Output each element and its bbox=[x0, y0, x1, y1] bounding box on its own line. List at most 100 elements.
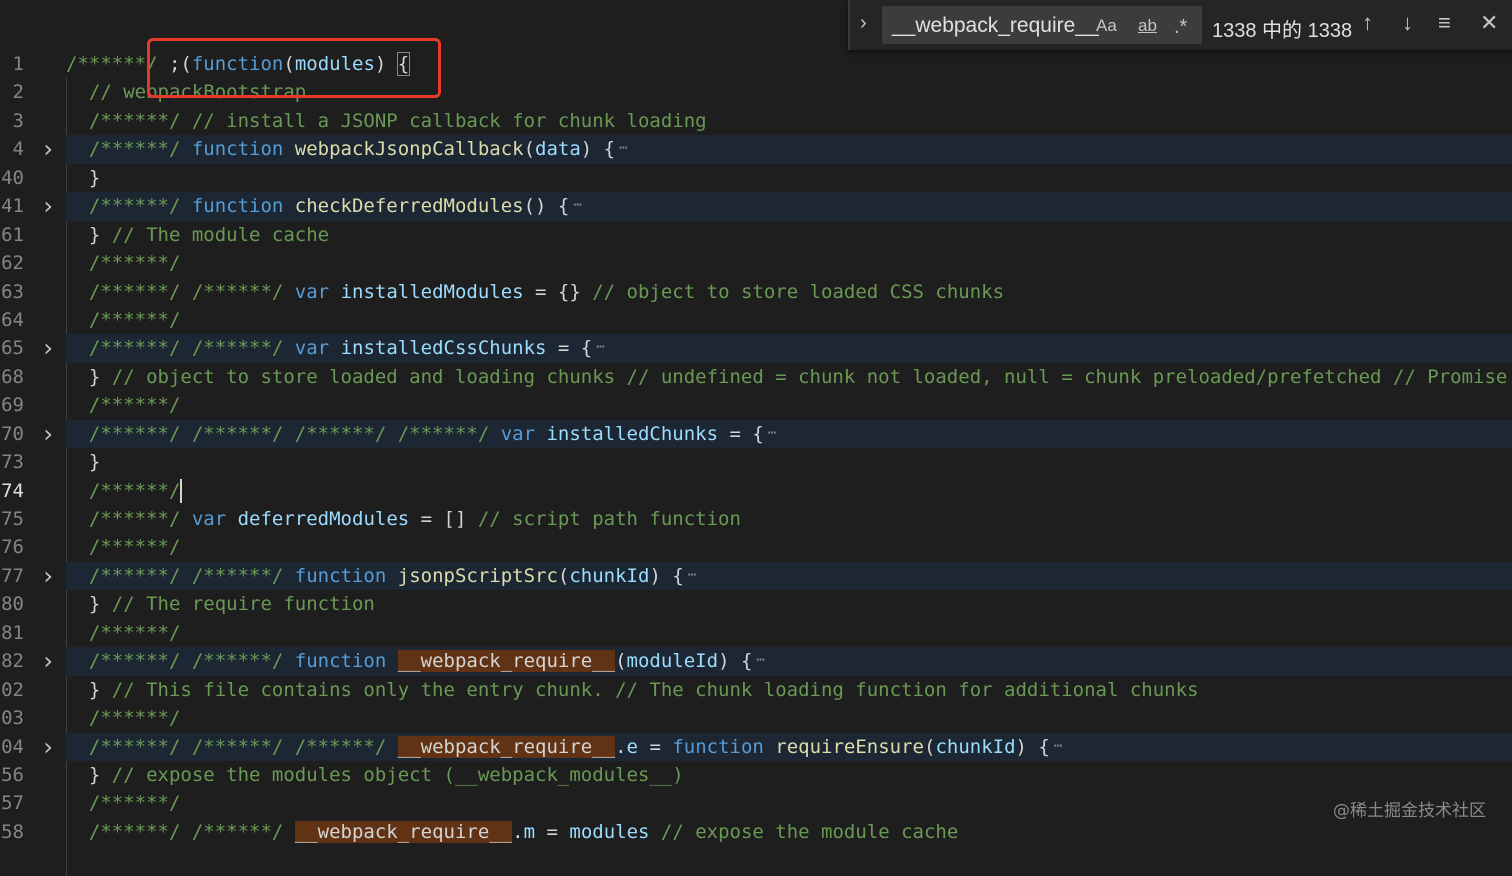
code-token: . bbox=[615, 735, 627, 758]
whole-word-icon[interactable]: ab bbox=[1138, 16, 1157, 36]
code-line[interactable]: 73 } bbox=[0, 448, 1512, 476]
folded-ellipsis-icon[interactable]: ⋯ bbox=[596, 339, 604, 355]
folded-ellipsis-icon[interactable]: ⋯ bbox=[768, 425, 776, 441]
code-line[interactable]: 4 › /******/ function webpackJsonpCallbac… bbox=[0, 135, 1512, 164]
folded-ellipsis-icon[interactable]: ⋯ bbox=[573, 197, 581, 213]
code-line[interactable]: 02 } // This file contains only the entr… bbox=[0, 676, 1512, 704]
folded-ellipsis-icon[interactable]: ⋯ bbox=[619, 140, 627, 156]
code-line[interactable]: 82 › /******/ /******/ function __webpack… bbox=[0, 647, 1512, 676]
code-token: // script path function bbox=[477, 508, 741, 530]
code-token: chunkId bbox=[935, 735, 1016, 758]
fold-chevron-icon[interactable]: › bbox=[40, 135, 56, 163]
code-line[interactable]: 63 /******/ /******/ var installedModule… bbox=[0, 278, 1512, 306]
code-token: var bbox=[500, 422, 547, 445]
code-token: installedCssChunks bbox=[340, 337, 547, 360]
code-line[interactable]: 64 /******/ bbox=[0, 306, 1512, 334]
code-text: /******/ var deferredModules = [] // scr… bbox=[66, 505, 1512, 533]
code-line[interactable]: 56 } // expose the modules object (__web… bbox=[0, 761, 1512, 789]
regex-icon[interactable]: .* bbox=[1174, 16, 1187, 39]
code-line[interactable]: 77 › /******/ /******/ function jsonpScri… bbox=[0, 561, 1512, 591]
code-token: function bbox=[191, 138, 295, 161]
line-number: 02 bbox=[1, 678, 24, 701]
line-number: 73 bbox=[1, 451, 24, 474]
code-token: /******/ /******/ bbox=[88, 337, 295, 360]
code-token: // object to store loaded CSS chunks bbox=[592, 280, 1005, 303]
code-token: } bbox=[66, 593, 112, 616]
code-token: /******/ bbox=[88, 707, 181, 730]
find-query[interactable]: __webpack_require__ bbox=[892, 14, 1099, 38]
code-line[interactable]: 74 /******/ bbox=[0, 477, 1512, 505]
code-text: /******/ bbox=[66, 619, 1512, 647]
fold-chevron-icon[interactable]: › bbox=[40, 334, 56, 362]
code-token: /******/ bbox=[88, 621, 181, 644]
code-text: } // This file contains only the entry c… bbox=[66, 676, 1512, 704]
code-line[interactable]: 04 › /******/ /******/ /******/ __webpack… bbox=[0, 732, 1512, 761]
code-line[interactable]: 81 /******/ bbox=[0, 619, 1512, 647]
code-token: ( bbox=[557, 564, 570, 587]
next-match-arrow-down-icon[interactable]: ↓ bbox=[1402, 10, 1413, 36]
search-match: __webpack_require__ bbox=[397, 735, 616, 758]
find-in-selection-icon[interactable]: ≡ bbox=[1438, 10, 1451, 36]
close-icon[interactable]: ✕ bbox=[1480, 10, 1498, 36]
code-text: /******/ // install a JSONP callback for… bbox=[66, 107, 1512, 135]
code-line[interactable]: 75 /******/ var deferredModules = [] // … bbox=[0, 505, 1512, 533]
code-token: var bbox=[294, 280, 341, 303]
find-input[interactable]: __webpack_require__ Aa ab .* bbox=[882, 6, 1202, 44]
line-number: 68 bbox=[1, 365, 24, 388]
code-line[interactable]: 69 /******/ bbox=[0, 391, 1512, 419]
fold-chevron-icon[interactable]: › bbox=[40, 733, 56, 761]
match-count: 1338 中的 1338 bbox=[1212, 20, 1353, 42]
code-line[interactable]: 57 /******/ bbox=[0, 789, 1512, 817]
code-token: requireEnsure bbox=[775, 735, 924, 758]
folded-ellipsis-icon[interactable]: ⋯ bbox=[1054, 738, 1062, 754]
fold-chevron-icon[interactable]: › bbox=[40, 420, 56, 448]
folded-ellipsis-icon[interactable]: ⋯ bbox=[756, 652, 764, 668]
code-token: /******/ bbox=[88, 195, 192, 218]
code-line[interactable]: 41 › /******/ function checkDeferredModul… bbox=[0, 192, 1512, 221]
code-text: /******/ bbox=[66, 391, 1512, 419]
code-text: } // The require function bbox=[66, 590, 1512, 618]
fold-chevron-icon[interactable]: › bbox=[40, 647, 56, 675]
code-text: /******/ /******/ /******/ __webpack_req… bbox=[66, 732, 1512, 761]
code-line[interactable]: 03 /******/ bbox=[0, 704, 1512, 732]
code-line[interactable]: 61 } // The module cache bbox=[0, 221, 1512, 249]
code-token: ( bbox=[615, 650, 627, 673]
code-text: /******/ function webpackJsonpCallback(d… bbox=[66, 135, 1512, 164]
code-editor[interactable]: 1/******/ ;(function(modules) {2 // webp… bbox=[0, 50, 1512, 876]
line-number: 65 bbox=[1, 337, 24, 360]
code-token: installedModules bbox=[340, 280, 524, 303]
previous-match-arrow-up-icon[interactable]: ↑ bbox=[1362, 10, 1373, 36]
code-line[interactable]: 62 /******/ bbox=[0, 249, 1512, 277]
line-number: 04 bbox=[1, 735, 24, 758]
code-token: = bbox=[535, 820, 570, 843]
code-line[interactable]: 3 /******/ // install a JSONP callback f… bbox=[0, 107, 1512, 135]
code-text: } // The module cache bbox=[66, 221, 1512, 249]
line-number: 62 bbox=[1, 252, 24, 275]
code-line[interactable]: 80 } // The require function bbox=[0, 590, 1512, 618]
code-line[interactable]: 68 } // object to store loaded and loadi… bbox=[0, 363, 1512, 391]
code-token: = {} bbox=[523, 280, 593, 303]
line-number: 63 bbox=[1, 280, 24, 303]
match-case-icon[interactable]: Aa bbox=[1096, 16, 1117, 36]
toggle-replace-chevron-icon[interactable]: › bbox=[860, 12, 867, 35]
folded-ellipsis-icon[interactable]: ⋯ bbox=[688, 567, 696, 583]
code-token: data bbox=[535, 138, 581, 161]
code-line[interactable]: 40 } bbox=[0, 164, 1512, 192]
code-token: chunkId bbox=[569, 564, 650, 587]
annotation-highlight-box bbox=[147, 38, 441, 98]
code-token: function bbox=[672, 735, 776, 758]
line-number: 4 bbox=[12, 138, 24, 161]
code-token: function bbox=[294, 650, 398, 673]
code-line[interactable]: 76 /******/ bbox=[0, 533, 1512, 561]
line-number: 57 bbox=[1, 792, 24, 815]
code-line[interactable]: 70 › /******/ /******/ /******/ /******/ … bbox=[0, 419, 1512, 449]
code-line[interactable]: 65 › /******/ /******/ var installedCssCh… bbox=[0, 334, 1512, 363]
line-number: 80 bbox=[1, 593, 24, 616]
code-line[interactable]: 58 /******/ /******/ __webpack_require__… bbox=[0, 818, 1512, 846]
fold-chevron-icon[interactable]: › bbox=[40, 192, 56, 220]
code-token: /******/ bbox=[88, 508, 192, 530]
fold-chevron-icon[interactable]: › bbox=[40, 562, 56, 590]
